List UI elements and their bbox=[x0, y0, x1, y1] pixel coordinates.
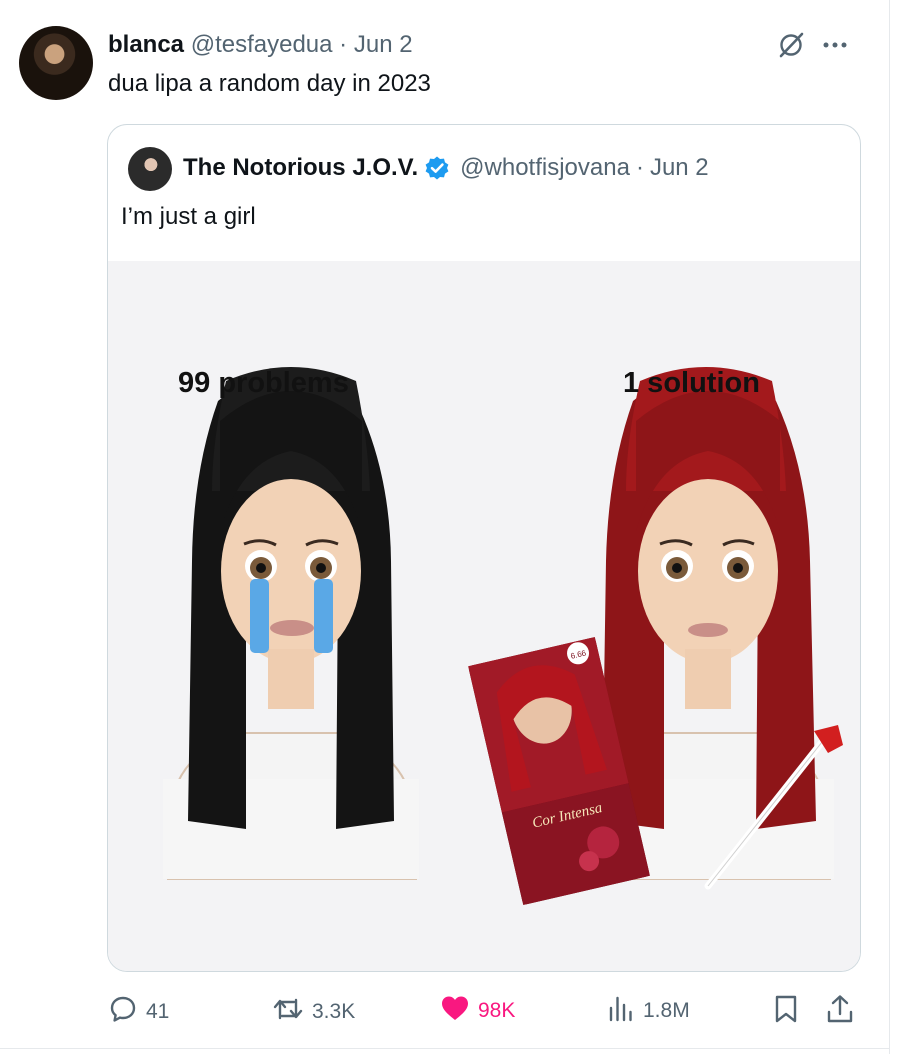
quoted-tweet-date[interactable]: Jun 2 bbox=[650, 153, 709, 183]
share-button[interactable] bbox=[826, 994, 854, 1030]
tweet-top-actions bbox=[776, 30, 848, 60]
reply-button[interactable]: 41 bbox=[108, 994, 169, 1030]
bookmark-icon bbox=[773, 994, 799, 1030]
tweet-header: blanca @tesfayedua · Jun 2 bbox=[108, 30, 413, 60]
views-icon bbox=[607, 994, 635, 1028]
page-divider-right bbox=[889, 0, 890, 1054]
repost-count: 3.3K bbox=[312, 1000, 356, 1023]
repost-button[interactable]: 3.3K bbox=[272, 994, 355, 1030]
verified-badge-icon bbox=[424, 155, 450, 181]
tweet-action-bar: 41 3.3K 98K 1.8M bbox=[0, 994, 890, 1034]
reply-icon bbox=[108, 994, 138, 1030]
meme-caption-right: 1 solution bbox=[623, 367, 760, 399]
page-divider-bottom bbox=[0, 1048, 890, 1049]
like-count: 98K bbox=[478, 999, 516, 1022]
reply-count: 41 bbox=[146, 1000, 170, 1023]
grok-icon[interactable] bbox=[776, 30, 806, 60]
view-count: 1.8M bbox=[643, 999, 690, 1022]
author-avatar[interactable] bbox=[19, 26, 93, 100]
author-name[interactable]: blanca bbox=[108, 31, 184, 58]
quoted-header-separator: · bbox=[635, 154, 644, 181]
quoted-author-name[interactable]: The Notorious J.O.V. bbox=[183, 153, 418, 183]
more-icon[interactable] bbox=[822, 40, 848, 50]
share-icon bbox=[826, 994, 854, 1030]
bookmark-button[interactable] bbox=[773, 994, 799, 1030]
author-handle[interactable]: @tesfayedua bbox=[191, 31, 333, 58]
views-button[interactable]: 1.8M bbox=[607, 994, 690, 1028]
quoted-author-handle[interactable]: @whotfisjovana bbox=[460, 153, 630, 183]
like-button[interactable]: 98K bbox=[440, 994, 515, 1028]
tear-right bbox=[314, 579, 333, 653]
repost-icon bbox=[272, 994, 304, 1030]
tear-left bbox=[250, 579, 269, 653]
header-separator: · bbox=[339, 31, 348, 58]
tweet-date[interactable]: Jun 2 bbox=[354, 31, 413, 58]
quoted-tweet-header: The Notorious J.O.V. @whotfisjovana · Ju… bbox=[183, 153, 709, 183]
girl-black-hair bbox=[163, 367, 419, 880]
meme-image[interactable]: 6.66 Cor Intensa 99 problems 1 solution bbox=[108, 261, 860, 971]
quoted-tweet-text: I’m just a girl bbox=[121, 203, 256, 230]
meme-caption-left: 99 problems bbox=[178, 367, 349, 399]
quoted-author-avatar[interactable] bbox=[128, 147, 172, 191]
tweet-text: dua lipa a random day in 2023 bbox=[108, 70, 431, 97]
quoted-tweet-card[interactable]: The Notorious J.O.V. @whotfisjovana · Ju… bbox=[107, 124, 861, 972]
heart-icon bbox=[440, 994, 470, 1028]
